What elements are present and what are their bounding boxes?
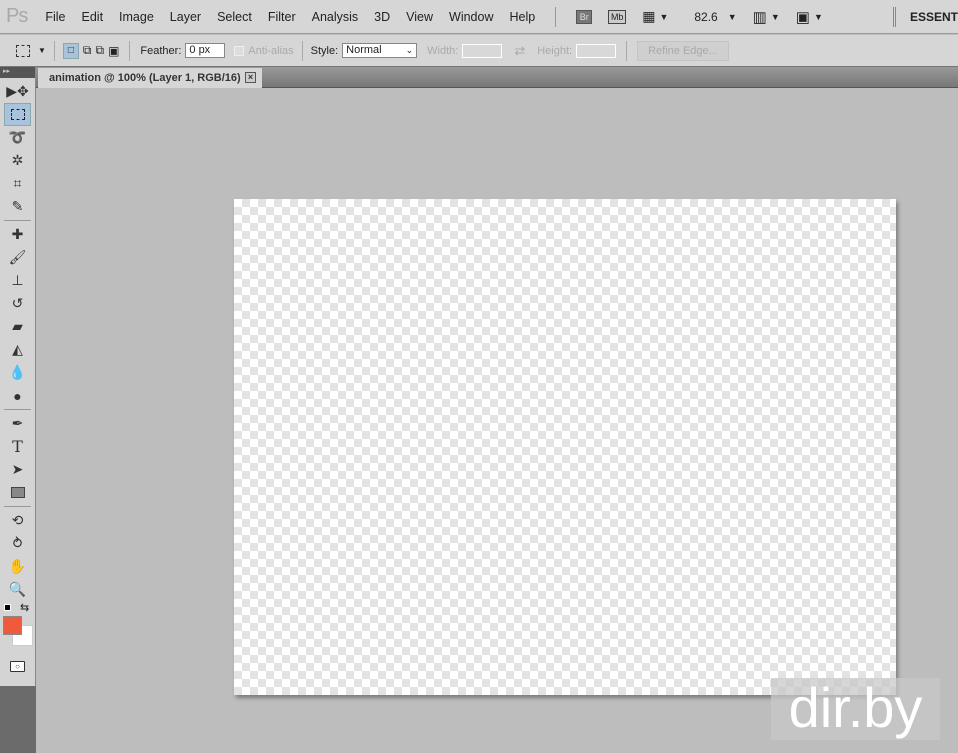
divider bbox=[893, 6, 896, 27]
feather-label: Feather: bbox=[140, 44, 182, 57]
history-brush-tool-icon[interactable]: ↺ bbox=[0, 292, 35, 315]
menu-help[interactable]: Help bbox=[501, 10, 543, 24]
style-select[interactable]: Normal ⌄ bbox=[342, 43, 418, 58]
feather-input[interactable]: 0 px bbox=[185, 43, 226, 58]
foreground-color-swatch[interactable] bbox=[3, 616, 22, 635]
divider bbox=[129, 40, 131, 61]
extras-menu-button[interactable]: ▦ ▼ bbox=[642, 8, 668, 25]
anti-alias-label: Anti-alias bbox=[248, 44, 294, 57]
divider bbox=[4, 220, 31, 221]
height-input[interactable] bbox=[576, 43, 617, 58]
style-label: Style: bbox=[310, 44, 339, 57]
divider bbox=[301, 40, 303, 61]
type-tool-icon[interactable]: T bbox=[0, 435, 35, 458]
swap-dimensions-icon[interactable]: ⇄ bbox=[514, 43, 525, 59]
menu-layer[interactable]: Layer bbox=[162, 10, 209, 24]
chevron-down-icon: ▼ bbox=[727, 11, 737, 22]
paint-bucket-tool-icon[interactable]: ◭ bbox=[0, 338, 35, 361]
chevron-down-icon: ▼ bbox=[770, 11, 780, 22]
menu-window[interactable]: Window bbox=[441, 10, 501, 24]
document-canvas-transparent[interactable] bbox=[234, 199, 896, 695]
divider bbox=[4, 409, 31, 410]
document-tab-title: animation @ 100% (Layer 1, RGB/16) bbox=[49, 72, 241, 84]
tools-panel: ▸▸ ▶✥ ➰ ✲ ⌗ ✎ ✚ 🖌 ⊥ ↺ ▰ ◭ 💧 ● ✒ T ➤ ⟲ ⥁ … bbox=[0, 67, 36, 753]
eraser-tool-icon[interactable]: ▰ bbox=[0, 315, 35, 338]
zoom-level-dropdown[interactable]: 82.6 ▼ bbox=[694, 10, 736, 24]
default-colors-icon[interactable] bbox=[4, 604, 11, 611]
document-tab[interactable]: animation @ 100% (Layer 1, RGB/16) × bbox=[38, 68, 262, 88]
quick-selection-tool-icon[interactable]: ✲ bbox=[0, 149, 35, 172]
collapse-panel-icon[interactable]: ▸▸ bbox=[0, 67, 35, 78]
bridge-button[interactable]: Br bbox=[576, 9, 593, 24]
move-tool-icon[interactable]: ▶✥ bbox=[0, 80, 35, 103]
3d-orbit-tool-icon[interactable]: ⥁ bbox=[0, 532, 35, 555]
intersect-selection-button[interactable]: ▣ bbox=[108, 44, 119, 58]
brush-tool-icon[interactable]: 🖌 bbox=[0, 246, 35, 269]
eyedropper-tool-icon[interactable]: ✎ bbox=[0, 195, 35, 218]
3d-rotate-tool-icon[interactable]: ⟲ bbox=[0, 509, 35, 532]
screen-mode-button[interactable]: ▣ ▼ bbox=[796, 8, 823, 26]
menu-file[interactable]: File bbox=[37, 10, 73, 24]
subtract-from-selection-button[interactable]: ⧉ bbox=[96, 43, 105, 58]
menu-image[interactable]: Image bbox=[111, 10, 162, 24]
tools-panel-footer bbox=[0, 686, 36, 753]
crop-tool-icon[interactable]: ⌗ bbox=[0, 172, 35, 195]
chevron-down-icon: ▼ bbox=[659, 11, 669, 22]
hand-tool-icon[interactable]: ✋ bbox=[0, 555, 35, 578]
menu-edit[interactable]: Edit bbox=[74, 10, 112, 24]
mini-bridge-button[interactable]: Mb bbox=[608, 9, 627, 24]
rectangle-tool-icon[interactable] bbox=[0, 481, 35, 504]
width-input[interactable] bbox=[462, 43, 503, 58]
divider bbox=[53, 40, 55, 61]
rectangular-marquee-tool-icon[interactable] bbox=[4, 103, 31, 126]
path-selection-tool-icon[interactable]: ➤ bbox=[0, 458, 35, 481]
lasso-tool-icon[interactable]: ➰ bbox=[0, 126, 35, 149]
add-to-selection-button[interactable]: ⧉ bbox=[83, 43, 92, 58]
arrange-documents-button[interactable]: ▥ ▼ bbox=[753, 8, 780, 26]
refine-edge-button[interactable]: Refine Edge... bbox=[637, 40, 729, 61]
chevron-down-icon: ⌄ bbox=[405, 45, 414, 55]
blur-tool-icon[interactable]: 💧 bbox=[0, 361, 35, 384]
swap-colors-icon[interactable]: ⇆ bbox=[20, 601, 29, 614]
width-label: Width: bbox=[427, 44, 459, 57]
chevron-down-icon: ▼ bbox=[813, 11, 823, 22]
divider bbox=[555, 6, 557, 27]
zoom-level: 82.6 bbox=[694, 9, 718, 24]
menu-filter[interactable]: Filter bbox=[260, 10, 304, 24]
menu-3d[interactable]: 3D bbox=[366, 10, 398, 24]
chevron-down-icon[interactable]: ▼ bbox=[38, 46, 46, 55]
pen-tool-icon[interactable]: ✒ bbox=[0, 412, 35, 435]
menu-select[interactable]: Select bbox=[209, 10, 260, 24]
height-label: Height: bbox=[537, 44, 573, 57]
watermark: dir.by bbox=[771, 678, 940, 740]
menu-bar: Ps File Edit Image Layer Select Filter A… bbox=[0, 0, 958, 34]
clone-stamp-tool-icon[interactable]: ⊥ bbox=[0, 269, 35, 292]
menu-view[interactable]: View bbox=[398, 10, 441, 24]
style-value: Normal bbox=[346, 44, 382, 56]
marquee-tool-preset-icon[interactable] bbox=[16, 44, 30, 57]
options-bar: ▼ □ ⧉ ⧉ ▣ Feather: 0 px Anti-alias Style… bbox=[0, 35, 958, 67]
document-tab-bar: animation @ 100% (Layer 1, RGB/16) × bbox=[36, 67, 958, 88]
dodge-tool-icon[interactable]: ● bbox=[0, 384, 35, 407]
divider bbox=[4, 506, 31, 507]
divider bbox=[626, 40, 628, 61]
menu-analysis[interactable]: Analysis bbox=[304, 10, 367, 24]
anti-alias-checkbox[interactable] bbox=[234, 45, 245, 56]
spot-healing-tool-icon[interactable]: ✚ bbox=[0, 223, 35, 246]
close-icon[interactable]: × bbox=[245, 72, 256, 83]
photoshop-logo: Ps bbox=[6, 5, 28, 27]
zoom-tool-icon[interactable]: 🔍 bbox=[0, 578, 35, 601]
new-selection-button[interactable]: □ bbox=[62, 42, 79, 59]
workspace-switcher[interactable]: ESSENTIALS bbox=[910, 10, 958, 24]
